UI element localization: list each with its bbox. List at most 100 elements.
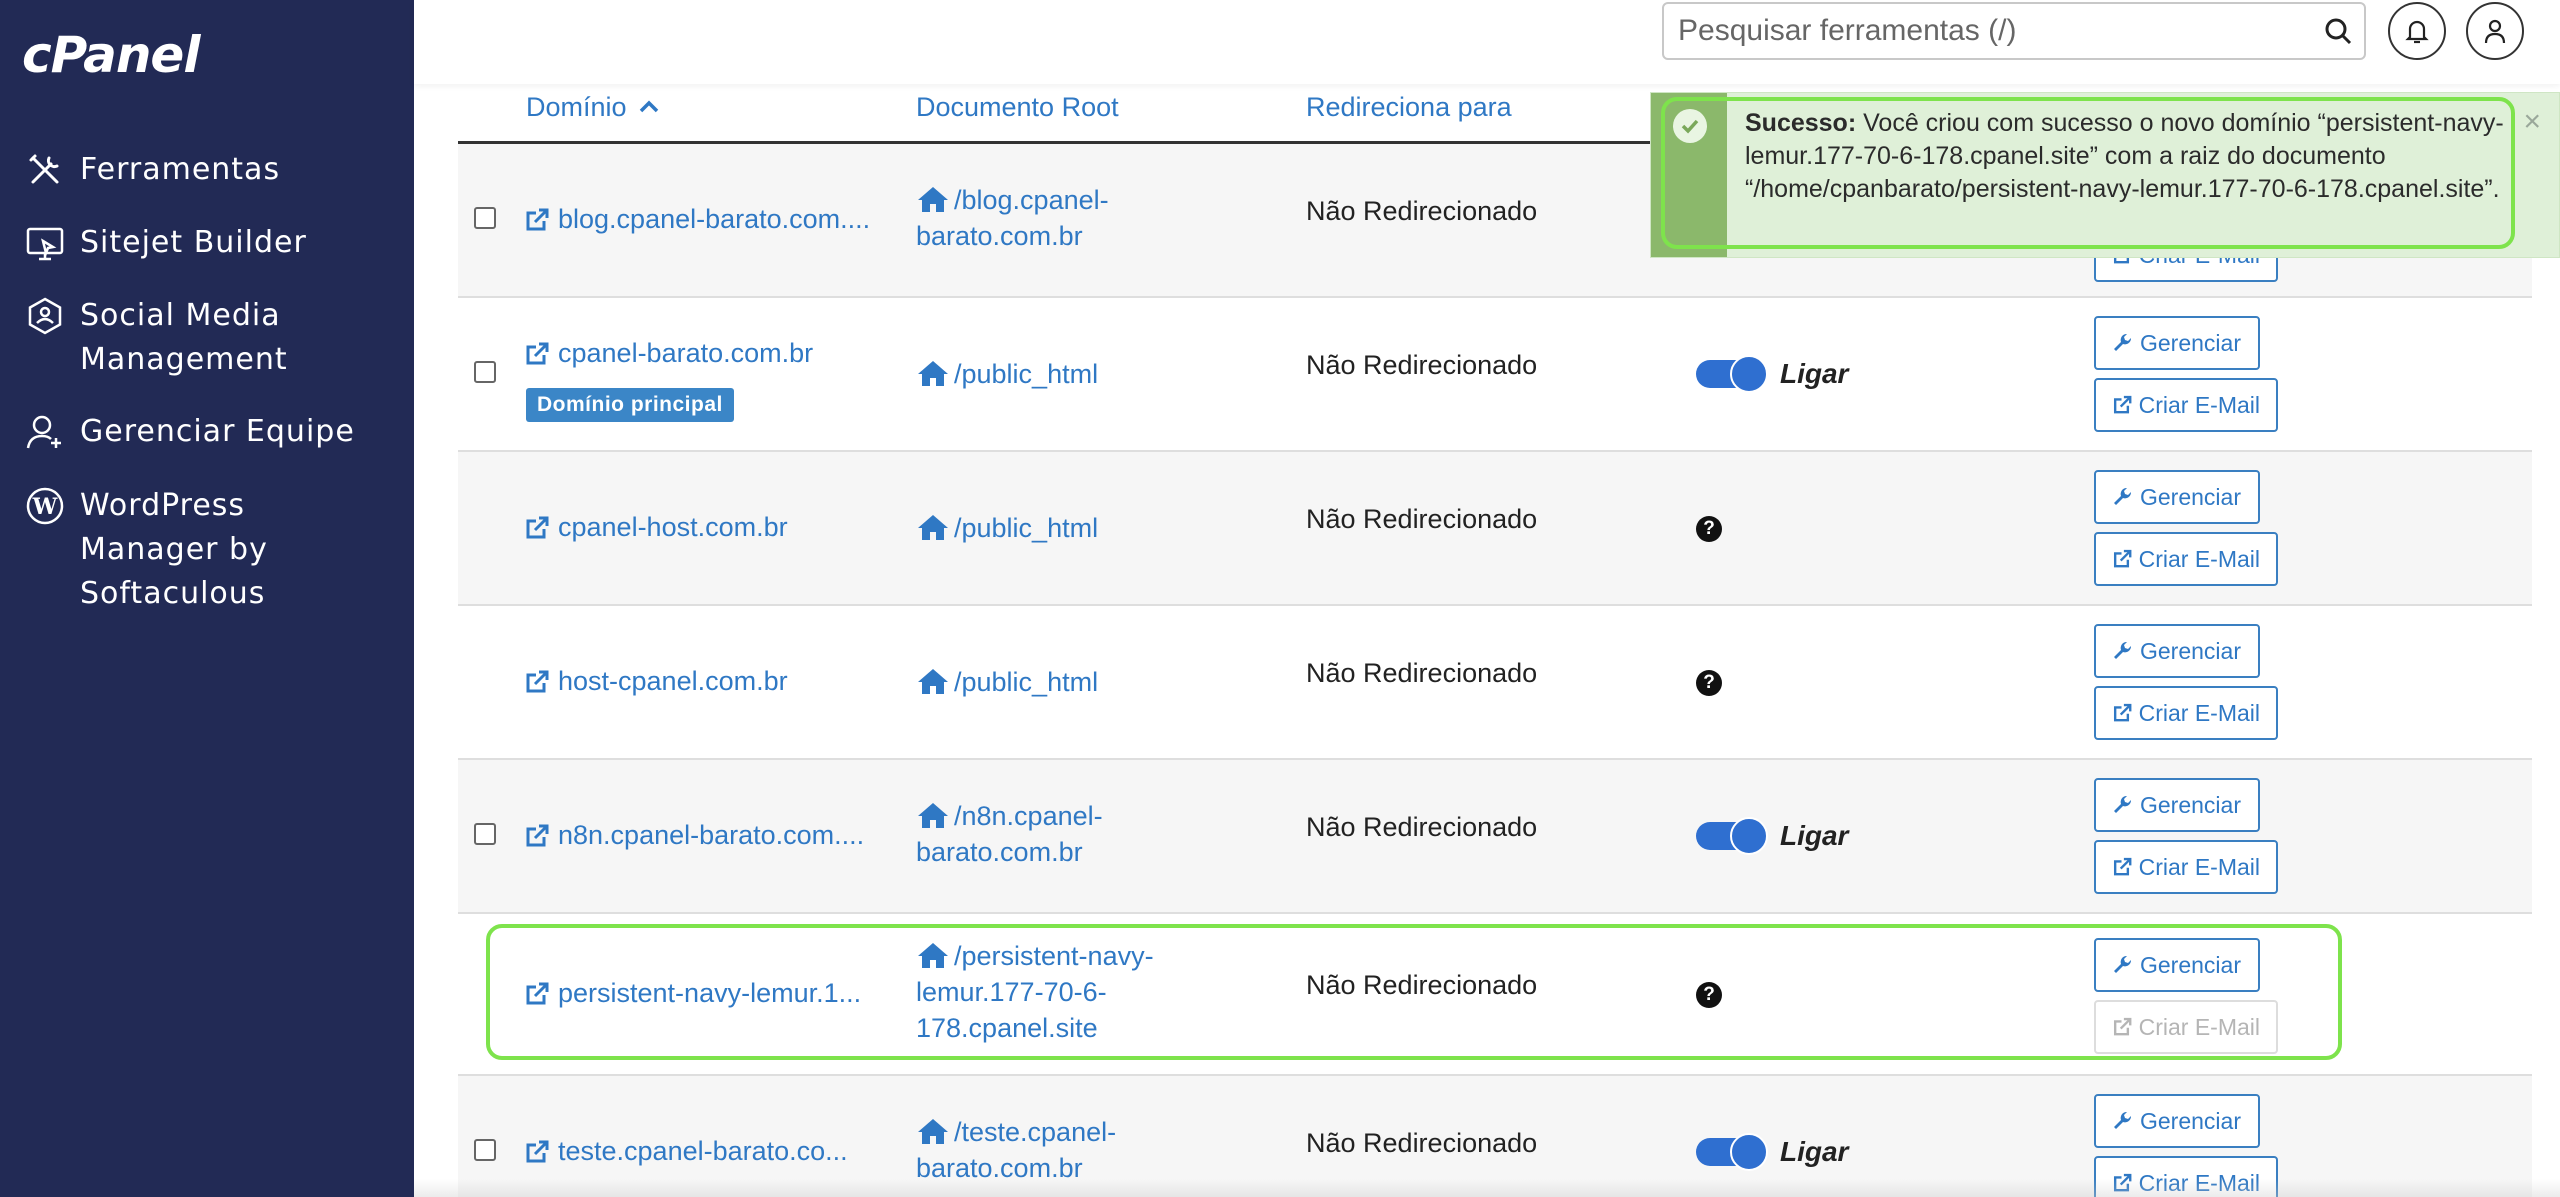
home-icon [918,361,948,386]
sidebar-item-ferramentas[interactable]: Ferramentas [22,148,280,192]
domain-link[interactable]: blog.cpanel-barato.com.... [524,204,870,235]
docroot-link[interactable]: /public_html [916,510,1156,546]
sidebar-item-social-media[interactable]: Social Media Management [22,294,322,382]
domain-text: cpanel-barato.com.br [558,338,814,368]
toggle-track [1696,817,1768,855]
toggle-label: Ligar [1780,820,1849,851]
question-icon[interactable]: ? [1696,670,1722,696]
docroot-link[interactable]: /blog.cpanel-barato.com.br [916,182,1156,254]
home-icon [918,669,948,694]
highlight-outline [1661,97,2515,249]
home-icon [918,803,948,828]
search-input[interactable] [1664,4,2312,58]
redirect-text: Não Redirecionado [1306,196,1538,226]
status-toggle[interactable]: Ligar [1696,817,1849,855]
row-checkbox[interactable] [474,207,496,229]
search-icon[interactable] [2312,5,2364,57]
button-label: Criar E-Mail [2138,699,2260,726]
button-label: Criar E-Mail [2138,853,2260,880]
create-email-button[interactable]: Criar E-Mail [2094,378,2278,432]
redirect-text: Não Redirecionado [1306,1128,1538,1158]
domain-link[interactable]: n8n.cpanel-barato.com.... [524,820,864,851]
domain-link[interactable]: teste.cpanel-barato.co... [524,1136,848,1167]
sidebar-item-label: Social Media Management [80,298,288,377]
bell-icon [2405,20,2429,44]
team-icon [22,410,68,454]
external-link-icon [2113,549,2132,568]
row-checkbox[interactable] [474,1139,496,1161]
manage-button[interactable]: Gerenciar [2094,778,2260,832]
wrench-icon [2114,641,2132,659]
domain-link[interactable]: host-cpanel.com.br [524,666,788,697]
external-link-icon [526,208,549,230]
button-label: Gerenciar [2140,637,2241,664]
toggle-knob [1730,355,1768,393]
wordpress-icon: W [22,484,68,528]
domain-text: host-cpanel.com.br [558,666,788,696]
domain-link[interactable]: cpanel-host.com.br [524,512,788,543]
chevron-up-icon [639,100,659,113]
home-icon [918,1119,948,1144]
external-link-icon [526,824,549,846]
close-icon[interactable]: × [2523,105,2541,139]
manage-button[interactable]: Gerenciar [2094,470,2260,524]
search-box[interactable] [1662,2,2366,60]
wrench-icon [2114,795,2132,813]
docroot-link[interactable]: /public_html [916,664,1156,700]
create-email-button[interactable]: Criar E-Mail [2094,840,2278,894]
button-label: Gerenciar [2140,791,2241,818]
sidebar-item-label: Ferramentas [80,152,281,187]
toggle-track [1696,1133,1768,1171]
manage-button[interactable]: Gerenciar [2094,316,2260,370]
toggle-knob [1730,817,1768,855]
column-header-domain[interactable]: Domínio [526,92,660,123]
redirect-text: Não Redirecionado [1306,812,1538,842]
wrench-icon [2114,487,2132,505]
docroot-link[interactable]: /public_html [916,356,1156,392]
redirect-text: Não Redirecionado [1306,504,1538,534]
redirect-text: Não Redirecionado [1306,350,1538,380]
column-header-redirect[interactable]: Redireciona para [1306,92,1512,123]
button-label: Gerenciar [2140,329,2241,356]
row-checkbox[interactable] [474,823,496,845]
wrench-icon [2114,1111,2132,1129]
scroll-fade [414,1179,2560,1197]
sidebar-item-wordpress[interactable]: W WordPress Manager by Softaculous [22,484,322,616]
external-link-icon [2113,857,2132,876]
manage-button[interactable]: Gerenciar [2094,624,2260,678]
external-link-icon [2113,703,2132,722]
table-row: n8n.cpanel-barato.com.... /n8n.cpanel-ba… [458,760,2532,914]
row-checkbox[interactable] [474,361,496,383]
docroot-text: /public_html [954,359,1099,389]
domain-text: blog.cpanel-barato.com.... [558,204,871,234]
svg-text:W: W [32,494,58,520]
create-email-button[interactable]: Criar E-Mail [2094,686,2278,740]
external-link-icon [526,516,549,538]
primary-domain-badge: Domínio principal [526,388,734,422]
question-icon[interactable]: ? [1696,516,1722,542]
button-label: Gerenciar [2140,483,2241,510]
user-menu-button[interactable] [2466,2,2524,60]
button-label: Criar E-Mail [2138,545,2260,572]
sidebar-item-sitejet[interactable]: Sitejet Builder [22,221,307,265]
status-toggle[interactable]: Ligar [1696,1133,1848,1171]
column-header-docroot[interactable]: Documento Root [916,92,1119,123]
create-email-button[interactable]: Criar E-Mail [2094,532,2278,586]
table-row: host-cpanel.com.br /public_html Não Redi… [458,606,2532,760]
toggle-label: Ligar [1780,358,1849,389]
manage-button[interactable]: Gerenciar [2094,1094,2260,1148]
sidebar: cPanel Ferramentas Sitejet Builder Socia… [0,0,414,1197]
external-link-icon [526,670,549,692]
docroot-link[interactable]: /n8n.cpanel-barato.com.br [916,798,1156,870]
sidebar-item-label: Gerenciar Equipe [80,414,355,449]
domain-text: teste.cpanel-barato.co... [558,1136,848,1166]
notifications-button[interactable] [2388,2,2446,60]
sidebar-item-gerenciar-equipe[interactable]: Gerenciar Equipe [22,410,355,454]
status-toggle[interactable]: Ligar [1696,355,1849,393]
docroot-link[interactable]: /teste.cpanel-barato.com.br [916,1114,1156,1186]
social-media-icon [22,294,68,338]
cpanel-logo[interactable]: cPanel [22,26,200,84]
external-link-icon [526,1140,549,1162]
tools-icon [22,148,68,192]
domain-link[interactable]: cpanel-barato.com.br [524,338,813,369]
